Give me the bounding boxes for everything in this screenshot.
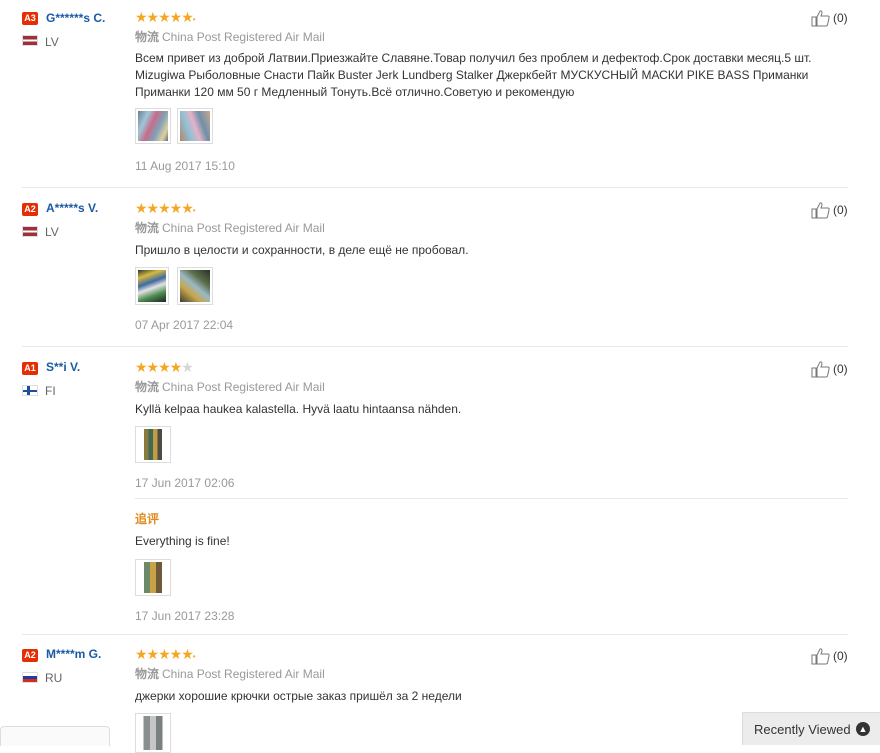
review-photo[interactable] [135, 426, 171, 463]
flag-ru-icon [22, 672, 38, 683]
review-text: Пришло в целости и сохранности, в деле е… [135, 243, 469, 257]
review-date: 07 Apr 2017 22:04 [135, 318, 234, 332]
buyer-level-badge: A1 [22, 362, 38, 375]
review-text: Kyllä kelpaa haukea kalastella. Hyvä laa… [135, 402, 462, 416]
buyer-name: M****m G. [46, 647, 102, 661]
additional-review-text: Everything is fine! [135, 534, 230, 548]
thumbs-up-icon[interactable] [811, 202, 830, 219]
logistics-info: 物流 China Post Registered Air Mail [135, 30, 325, 44]
star-rating: ★★★★★ [135, 359, 194, 375]
logistics-label: 物流 [135, 221, 160, 235]
star-rating: ★★★★★• [135, 200, 195, 216]
review-item: A2 M****m G. RU ★★★★★• 物流 China Post Regi… [0, 635, 848, 753]
logistics-label: 物流 [135, 30, 160, 44]
flag-fi-icon [22, 385, 38, 396]
review-photo[interactable] [177, 267, 213, 305]
like-count: (0) [833, 649, 848, 663]
buyer-name: A*****s V. [46, 201, 99, 215]
review-date: 11 Aug 2017 15:10 [135, 159, 235, 173]
buyer-name: G******s C. [46, 11, 106, 25]
thumbs-up-icon[interactable] [811, 361, 830, 378]
logistics-value: China Post Registered Air Mail [162, 667, 325, 681]
review-text: Всем привет из доброй Латвии.Приезжайте … [135, 51, 812, 99]
buyer-country: LV [45, 35, 59, 49]
review-item: A1 S**i V. FI ★★★★★ 物流 China Post Registe… [0, 347, 848, 634]
star-rating: ★★★★★• [135, 646, 195, 662]
logistics-info: 物流 China Post Registered Air Mail [135, 380, 325, 394]
star-rating: ★★★★★• [135, 9, 195, 25]
review-photo[interactable] [177, 108, 213, 144]
additional-review-label: 追评 [135, 512, 160, 526]
review-text: джерки хорошие крючки острые заказ пришё… [135, 689, 462, 703]
like-count: (0) [833, 362, 848, 376]
buyer-level-badge: A3 [22, 12, 38, 25]
buyer-name: S**i V. [46, 360, 81, 374]
logistics-label: 物流 [135, 667, 160, 681]
additional-review-date: 17 Jun 2017 23:28 [135, 609, 235, 623]
logistics-info: 物流 China Post Registered Air Mail [135, 667, 325, 681]
logistics-value: China Post Registered Air Mail [162, 221, 325, 235]
recently-viewed-panel[interactable]: Recently Viewed ▲ [742, 712, 880, 745]
review-item: A3 G******s C. LV ★★★★★• 物流 China Post Re… [0, 0, 848, 187]
review-photo[interactable] [135, 267, 169, 305]
review-item: A2 A*****s V. LV ★★★★★• 物流 China Post Reg… [0, 188, 848, 346]
buyer-level-badge: A2 [22, 649, 38, 662]
like-count: (0) [833, 11, 848, 25]
review-photo[interactable] [135, 108, 171, 144]
logistics-info: 物流 China Post Registered Air Mail [135, 221, 325, 235]
buyer-level-badge: A2 [22, 203, 38, 216]
buyer-country: RU [45, 671, 63, 685]
thumbs-up-icon[interactable] [811, 648, 830, 665]
flag-lv-icon [22, 226, 38, 237]
buyer-country: LV [45, 225, 59, 239]
chevron-up-icon[interactable]: ▲ [856, 722, 870, 736]
recently-viewed-label: Recently Viewed [754, 722, 851, 737]
review-photo[interactable] [135, 559, 171, 596]
buyer-country: FI [45, 384, 56, 398]
bottom-left-tab[interactable] [0, 726, 110, 746]
additional-review-divider [135, 498, 848, 499]
logistics-value: China Post Registered Air Mail [162, 30, 325, 44]
review-photo[interactable] [135, 713, 171, 753]
like-count: (0) [833, 203, 848, 217]
review-date: 17 Jun 2017 02:06 [135, 476, 235, 490]
logistics-label: 物流 [135, 380, 160, 394]
flag-lv-icon [22, 35, 38, 46]
thumbs-up-icon[interactable] [811, 10, 830, 27]
logistics-value: China Post Registered Air Mail [162, 380, 325, 394]
